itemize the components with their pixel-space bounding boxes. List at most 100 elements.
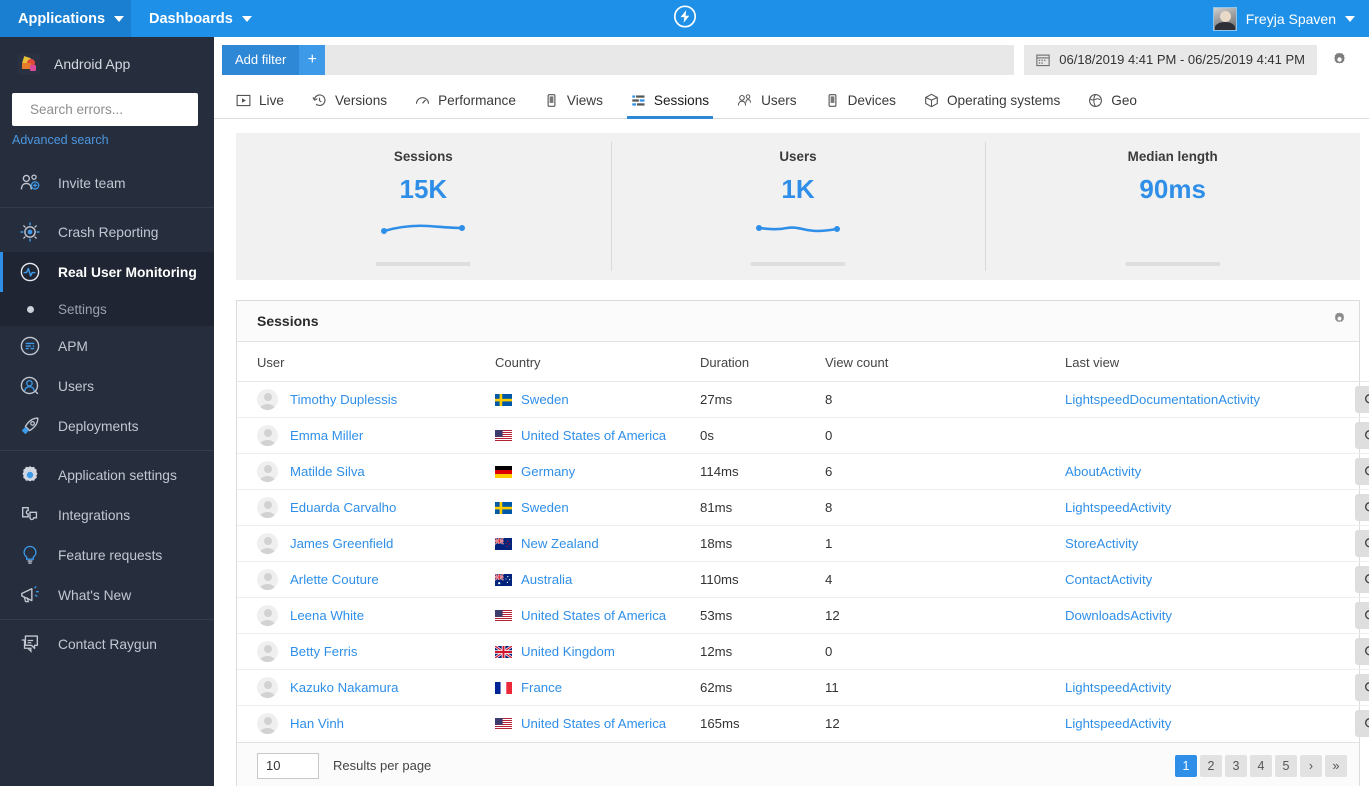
add-filter-button[interactable]: Add filter [222,44,300,75]
inspect-session-button[interactable] [1355,566,1369,593]
sidebar-item-invite-team[interactable]: Invite team [0,163,214,203]
table-row[interactable]: Arlette Couture Australia 110ms 4 ContactAct… [237,561,1369,598]
inspect-session-button[interactable] [1355,674,1369,701]
column-header-country[interactable]: Country [495,342,700,382]
sidebar-item-whats-new[interactable]: What's New [0,575,214,615]
page-button-1[interactable]: 1 [1175,754,1197,777]
table-row[interactable]: Emma Miller United States of America 0s 0 [237,417,1369,454]
column-header-lastview[interactable]: Last view [1065,342,1355,382]
inspect-session-button[interactable] [1355,458,1369,485]
last-page-button[interactable]: » [1325,754,1347,777]
table-row[interactable]: Kazuko Nakamura France 62ms 11 LightspeedAct… [237,669,1369,706]
tab-views[interactable]: Views [530,82,617,118]
table-header-row: User Country Duration View count Last vi… [237,342,1369,382]
user-link[interactable]: Betty Ferris [290,644,357,659]
table-row[interactable]: Han Vinh United States of America 165ms 12 L… [237,706,1369,742]
last-view-link[interactable]: LightspeedDocumentationActivity [1065,392,1260,407]
user-menu[interactable]: Freyja Spaven [1203,0,1369,37]
page-button-5[interactable]: 5 [1275,754,1297,777]
page-button-2[interactable]: 2 [1200,754,1222,777]
panel-settings-button[interactable] [1332,311,1347,331]
last-view-link[interactable]: LightspeedActivity [1065,680,1171,695]
inspect-session-button[interactable] [1355,638,1369,665]
user-link[interactable]: Timothy Duplessis [290,392,397,407]
country-link[interactable]: United States of America [521,608,666,623]
applications-menu[interactable]: Applications [0,0,131,37]
sidebar-item-contact-raygun[interactable]: Contact Raygun [0,624,214,664]
inspect-session-button[interactable] [1355,422,1369,449]
avatar [257,569,278,590]
table-row[interactable]: Timothy Duplessis Sweden 27ms 8 LightspeedDo… [237,381,1369,418]
country-link[interactable]: United States of America [521,428,666,443]
tab-devices[interactable]: Devices [811,82,910,118]
dashboards-menu[interactable]: Dashboards [131,0,270,37]
column-header-user[interactable]: User [237,342,495,382]
tab-users[interactable]: Users [723,82,811,118]
inspect-session-button[interactable] [1355,494,1369,521]
last-view-link[interactable]: AboutActivity [1065,464,1141,479]
inspect-session-button[interactable] [1355,602,1369,629]
inspect-session-button[interactable] [1355,710,1369,738]
raygun-logo[interactable] [673,4,697,33]
tab-operating-systems[interactable]: Operating systems [910,82,1074,118]
table-row[interactable]: Matilde Silva Germany 114ms 6 AboutActivity [237,453,1369,490]
user-link[interactable]: Emma Miller [290,428,363,443]
country-link[interactable]: France [521,680,562,695]
user-link[interactable]: Arlette Couture [290,572,379,587]
tab-sessions[interactable]: Sessions [617,82,723,119]
tab-performance[interactable]: Performance [401,82,530,118]
sidebar-item-deployments[interactable]: Deployments [0,406,214,446]
next-page-button[interactable]: › [1300,754,1322,777]
country-link[interactable]: Germany [521,464,575,479]
inspect-session-button[interactable] [1355,530,1369,557]
user-link[interactable]: James Greenfield [290,536,393,551]
sidebar-item-integrations[interactable]: Integrations [0,495,214,535]
user-link[interactable]: Leena White [290,608,364,623]
sidebar-item-feature-requests[interactable]: Feature requests [0,535,214,575]
user-link[interactable]: Eduarda Carvalho [290,500,396,515]
page-settings-button[interactable] [1317,51,1361,68]
sidebar-item-apm[interactable]: APM [0,326,214,366]
country-link[interactable]: Australia [521,572,572,587]
sidebar-item-users[interactable]: Users [0,366,214,406]
column-header-duration[interactable]: Duration [700,342,825,382]
android-app-icon [18,53,40,75]
sidebar-item-settings[interactable]: Settings [0,292,214,326]
table-row[interactable]: Leena White United States of America 53ms 1… [237,597,1369,634]
user-link[interactable]: Kazuko Nakamura [290,680,398,695]
table-row[interactable]: Eduarda Carvalho Sweden 81ms 8 LightspeedAct… [237,489,1369,526]
tab-live[interactable]: Live [222,82,298,118]
search-errors-box[interactable] [12,93,207,126]
tab-geo[interactable]: Geo [1074,82,1151,118]
inspect-session-button[interactable] [1355,386,1369,413]
date-range-picker[interactable]: 06/18/2019 4:41 PM - 06/25/2019 4:41 PM [1024,44,1317,75]
page-button-3[interactable]: 3 [1225,754,1247,777]
filter-input-area[interactable]: Add filter + [222,44,1015,75]
country-link[interactable]: United States of America [521,716,666,731]
sidebar-item-real-user-monitoring[interactable]: Real User Monitoring [0,252,214,292]
sidebar-app-selector[interactable]: Android App [0,37,214,89]
tab-versions[interactable]: Versions [298,82,401,118]
last-view-link[interactable]: LightspeedActivity [1065,716,1171,731]
cell-last-view [1065,417,1355,454]
advanced-search-link[interactable]: Advanced search [12,133,214,147]
page-button-4[interactable]: 4 [1250,754,1272,777]
country-link[interactable]: New Zealand [521,536,599,551]
last-view-link[interactable]: DownloadsActivity [1065,608,1172,623]
user-link[interactable]: Han Vinh [290,716,344,731]
user-link[interactable]: Matilde Silva [290,464,365,479]
last-view-link[interactable]: LightspeedActivity [1065,500,1171,515]
country-link[interactable]: United Kingdom [521,644,615,659]
sidebar-item-crash-reporting[interactable]: Crash Reporting [0,212,214,252]
last-view-link[interactable]: StoreActivity [1065,536,1138,551]
country-link[interactable]: Sweden [521,500,569,515]
search-input[interactable] [30,102,207,117]
sidebar-item-application-settings[interactable]: Application settings [0,455,214,495]
column-header-viewcount[interactable]: View count [825,342,1065,382]
country-link[interactable]: Sweden [521,392,569,407]
last-view-link[interactable]: ContactActivity [1065,572,1152,587]
table-row[interactable]: Betty Ferris United Kingdom 12ms 0 [237,633,1369,670]
table-row[interactable]: James Greenfield New Zealand 18ms 1 StoreAct… [237,525,1369,562]
results-per-page-input[interactable] [257,752,319,779]
add-filter-plus-button[interactable]: + [299,44,326,75]
